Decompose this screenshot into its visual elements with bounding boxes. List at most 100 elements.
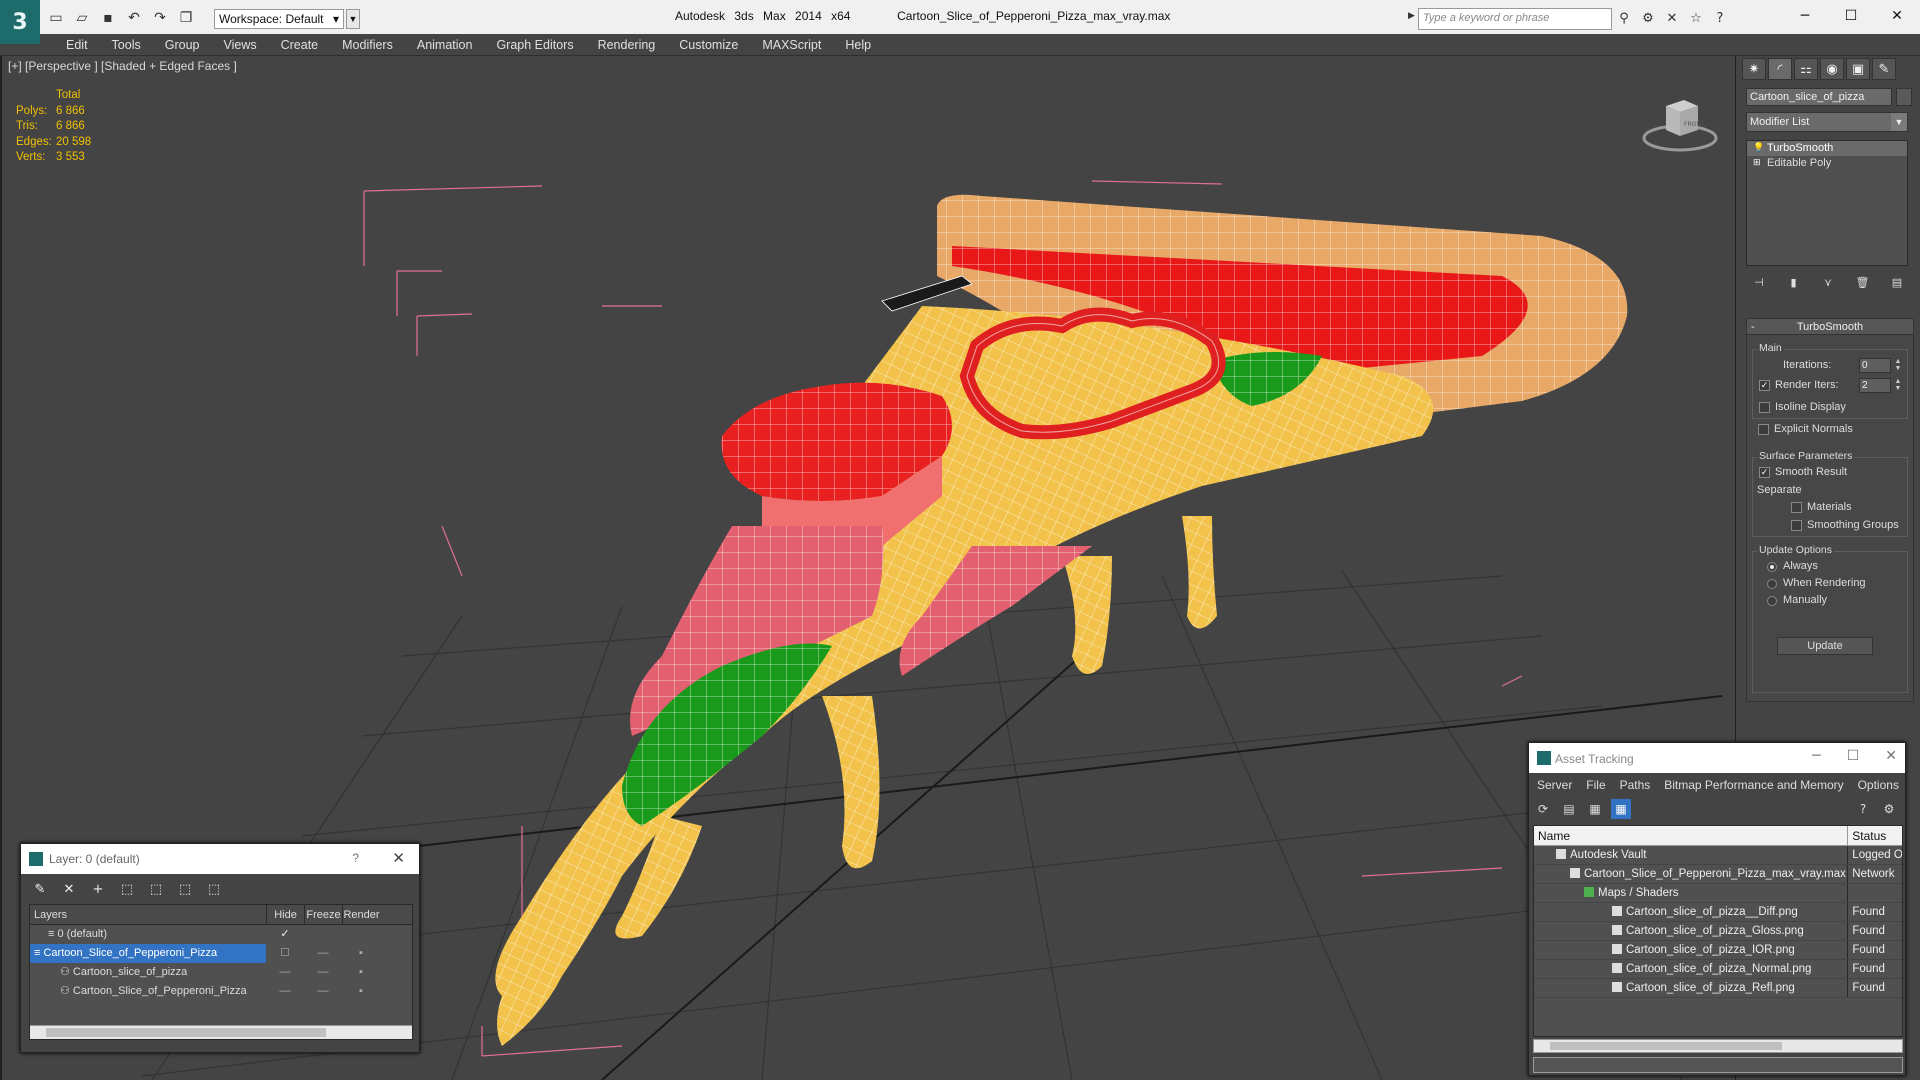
hide-all-icon[interactable]: ⬚ [174, 878, 196, 900]
workspace-dropdown[interactable]: Workspace: Default ▾ [214, 9, 344, 29]
menu-maxscript[interactable]: MAXScript [750, 34, 833, 55]
minimize-button[interactable]: ─ [1782, 0, 1828, 32]
spinner-arrows-icon[interactable]: ▲ ▼ [1893, 378, 1903, 393]
layer-row[interactable]: ≡ 0 (default) ✓ [30, 925, 412, 944]
create-tab-icon[interactable]: ✷ [1742, 58, 1766, 80]
smoothing-groups-checkbox[interactable] [1791, 520, 1802, 531]
render-toggle[interactable] [342, 925, 380, 944]
menu-options[interactable]: Options [1858, 774, 1899, 796]
modify-tab-icon[interactable]: ◜ [1768, 58, 1792, 80]
asset-tracking-title-bar[interactable]: Asset Tracking ─ ☐ ✕ [1529, 743, 1905, 773]
horizontal-scrollbar[interactable] [30, 1025, 412, 1039]
column-render[interactable]: Render [342, 905, 380, 924]
hierarchy-tab-icon[interactable]: ⚏ [1794, 58, 1818, 80]
column-freeze[interactable]: Freeze [304, 905, 342, 924]
column-hide[interactable]: Hide [266, 905, 304, 924]
menu-file[interactable]: File [1586, 774, 1605, 796]
menu-modifiers[interactable]: Modifiers [330, 34, 405, 55]
hide-toggle[interactable]: — [266, 982, 304, 1001]
close-icon[interactable]: ✕ [392, 849, 405, 867]
render-toggle-icon[interactable]: ▪ [342, 982, 380, 1001]
update-button[interactable]: Update [1777, 637, 1873, 655]
make-unique-icon[interactable]: ⋎ [1819, 273, 1837, 291]
exchange-icon[interactable]: ✕ [1662, 8, 1682, 28]
menu-animation[interactable]: Animation [405, 34, 485, 55]
menu-group[interactable]: Group [153, 34, 212, 55]
layer-manager-title-bar[interactable]: Layer: 0 (default) ? ✕ [21, 844, 419, 874]
asset-row[interactable]: Cartoon_slice_of_pizza_Normal.png Found [1534, 960, 1902, 979]
manually-radio[interactable] [1767, 596, 1777, 606]
scrollbar-thumb[interactable] [46, 1028, 326, 1037]
rollout-header[interactable]: - TurboSmooth [1747, 319, 1913, 335]
communication-center-icon[interactable]: ⚙ [1638, 8, 1658, 28]
viewport-label[interactable]: [+] [Perspective ] [Shaded + Edged Faces… [8, 59, 237, 73]
menu-rendering[interactable]: Rendering [586, 34, 668, 55]
show-end-result-icon[interactable]: ▮ [1785, 273, 1803, 291]
asset-row[interactable]: Autodesk Vault Logged O [1534, 846, 1902, 865]
freeze-toggle[interactable]: — [304, 982, 342, 1001]
new-file-icon[interactable]: ▭ [46, 8, 66, 28]
details-view-icon[interactable]: ▦ [1585, 799, 1605, 819]
open-file-icon[interactable]: ▱ [72, 8, 92, 28]
layer-row[interactable]: ⚇ Cartoon_slice_of_pizza — — ▪ [30, 963, 412, 982]
remove-modifier-icon[interactable]: 🗑 [1854, 273, 1872, 291]
object-name-field[interactable]: Cartoon_slice_of_pizza [1746, 88, 1892, 106]
asset-row[interactable]: Cartoon_slice_of_pizza__Diff.png Found [1534, 903, 1902, 922]
column-layers[interactable]: Layers [30, 905, 266, 924]
horizontal-scrollbar[interactable] [1533, 1039, 1903, 1053]
active-layer-check-icon[interactable]: ✓ [266, 925, 304, 944]
display-tab-icon[interactable]: ▣ [1846, 58, 1870, 80]
menu-create[interactable]: Create [269, 34, 331, 55]
refresh-icon[interactable]: ⟳ [1533, 799, 1553, 819]
viewcube-icon[interactable]: FRONT [1640, 86, 1720, 156]
freeze-toggle[interactable]: — [304, 944, 342, 963]
stack-item-turbosmooth[interactable]: 💡 TurboSmooth [1747, 141, 1907, 156]
isoline-checkbox[interactable] [1759, 402, 1770, 413]
freeze-toggle[interactable]: — [304, 963, 342, 982]
help-icon[interactable]: ? [1853, 799, 1873, 819]
add-to-layer-icon[interactable]: + [87, 878, 109, 900]
highlight-layer-icon[interactable]: ⬚ [145, 878, 167, 900]
menu-paths[interactable]: Paths [1620, 774, 1651, 796]
favorites-star-icon[interactable]: ☆ [1686, 8, 1706, 28]
render-toggle-icon[interactable]: ▪ [342, 944, 380, 963]
menu-edit[interactable]: Edit [54, 34, 100, 55]
delete-layer-icon[interactable]: ✕ [58, 878, 80, 900]
iterations-spinner[interactable]: 0 [1859, 358, 1891, 373]
new-layer-icon[interactable]: ✎ [29, 878, 51, 900]
render-toggle-icon[interactable]: ▪ [342, 963, 380, 982]
always-radio[interactable] [1767, 562, 1777, 572]
maximize-button[interactable]: ☐ [1828, 0, 1874, 32]
list-view-icon[interactable]: ▤ [1559, 799, 1579, 819]
pin-stack-icon[interactable]: ⊣ [1750, 273, 1768, 291]
layer-row[interactable]: ≡ Cartoon_Slice_of_Pepperoni_Pizza ☐ — ▪ [30, 944, 412, 963]
smooth-result-checkbox[interactable]: ✓ [1759, 467, 1770, 478]
menu-help[interactable]: Help [833, 34, 883, 55]
column-status[interactable]: Status [1848, 826, 1902, 845]
spinner-arrows-icon[interactable]: ▲ ▼ [1893, 358, 1903, 373]
render-iters-checkbox[interactable]: ✓ [1759, 380, 1770, 391]
motion-tab-icon[interactable]: ◉ [1820, 58, 1844, 80]
utilities-tab-icon[interactable]: ✎ [1872, 58, 1896, 80]
layer-row[interactable]: ⚇ Cartoon_Slice_of_Pepperoni_Pizza — — ▪ [30, 982, 412, 1001]
object-color-swatch[interactable] [1896, 88, 1912, 106]
asset-row[interactable]: Cartoon_slice_of_pizza_Refl.png Found [1534, 979, 1902, 998]
when-rendering-radio[interactable] [1767, 579, 1777, 589]
app-logo-icon[interactable]: 3 [0, 0, 40, 44]
close-button[interactable]: ✕ [1874, 0, 1920, 32]
maximize-button[interactable]: ☐ [1847, 748, 1860, 764]
menu-views[interactable]: Views [211, 34, 268, 55]
freeze-toggle[interactable] [304, 925, 342, 944]
menu-bitmap-performance[interactable]: Bitmap Performance and Memory [1664, 774, 1843, 796]
render-iters-spinner[interactable]: 2 [1859, 378, 1891, 393]
menu-graph-editors[interactable]: Graph Editors [484, 34, 585, 55]
asset-row[interactable]: Cartoon_slice_of_pizza_IOR.png Found [1534, 941, 1902, 960]
minimize-button[interactable]: ─ [1812, 748, 1820, 764]
hold-icon[interactable]: ❐ [176, 8, 196, 28]
asset-row[interactable]: Cartoon_slice_of_pizza_Gloss.png Found [1534, 922, 1902, 941]
asset-row[interactable]: Maps / Shaders [1534, 884, 1902, 903]
settings-icon[interactable]: ⚙ [1879, 799, 1899, 819]
menu-tools[interactable]: Tools [100, 34, 153, 55]
search-input[interactable]: Type a keyword or phrase [1418, 8, 1612, 30]
freeze-all-icon[interactable]: ⬚ [203, 878, 225, 900]
